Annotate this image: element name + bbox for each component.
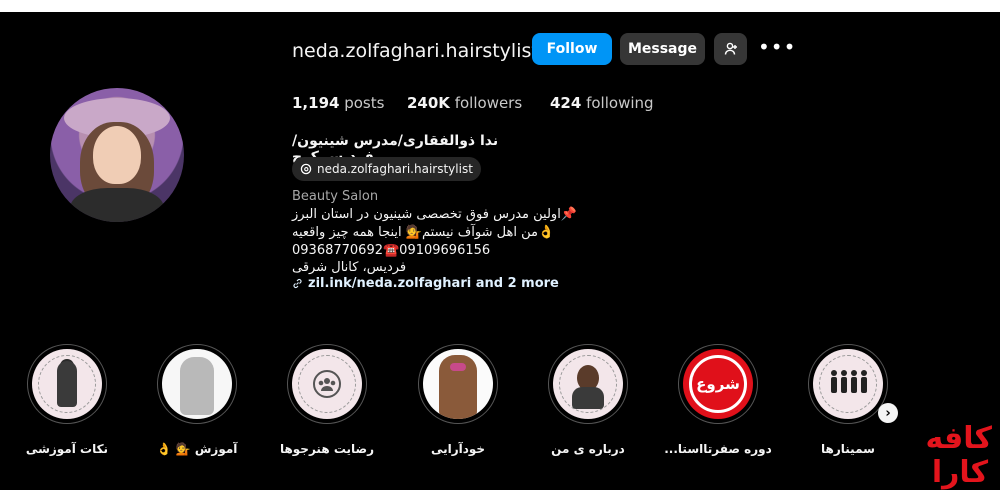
highlight-item[interactable]: شروع: [678, 344, 758, 424]
threads-badge[interactable]: neda.zolfaghari.hairstylist: [292, 157, 481, 181]
following-stat[interactable]: 424 following: [550, 94, 654, 112]
highlight-cover: [292, 349, 362, 419]
posts-label: posts: [344, 94, 385, 112]
link-icon: [293, 278, 302, 289]
highlight-cover: [162, 349, 232, 419]
followers-stat[interactable]: 240K followers: [407, 94, 522, 112]
followers-label: followers: [454, 94, 523, 112]
highlight-label: نکات آموزشی: [25, 442, 109, 456]
following-count: 424: [550, 94, 582, 112]
profile-category: Beauty Salon: [292, 189, 379, 204]
highlight-cover: [553, 349, 623, 419]
follow-button[interactable]: Follow: [532, 33, 612, 65]
highlight-cover: [32, 349, 102, 419]
add-user-icon: [724, 42, 737, 55]
person-figure-shape: [57, 361, 77, 407]
threads-handle: neda.zolfaghari.hairstylist: [317, 162, 473, 176]
highlight-cover: [813, 349, 883, 419]
person-body-shape: [572, 387, 604, 409]
bio-line: 09368770692☎️09109696156: [292, 243, 491, 258]
message-button[interactable]: Message: [620, 33, 705, 65]
highlight-label: آموزش 💁 👌: [156, 442, 238, 456]
hair-braid-shape: [180, 357, 214, 415]
hair-bow-shape: [450, 363, 466, 371]
highlight-label: رضایت هنرجوها: [279, 442, 375, 456]
posts-stat[interactable]: 1,194 posts: [292, 94, 384, 112]
watermark-line: کافه: [925, 421, 992, 456]
profile-link-text: zil.ink/neda.zolfaghari and 2 more: [308, 276, 559, 291]
bio-line: اولین مدرس فوق تخصصی شینیون در استان الب…: [292, 207, 577, 222]
highlight-label: خودآرایی: [430, 442, 486, 456]
highlight-label: درباره ی من: [551, 442, 625, 456]
profile-link[interactable]: zil.ink/neda.zolfaghari and 2 more: [292, 276, 559, 291]
highlight-item[interactable]: [27, 344, 107, 424]
bio-line: من اهل شوآف نیستم💁 اینجا همه چیز واقعیه👌: [292, 225, 555, 240]
avatar-face-shape: [93, 126, 141, 184]
highlight-item[interactable]: [548, 344, 628, 424]
highlight-cover: [423, 349, 493, 419]
watermark-line: کارا: [931, 455, 989, 490]
profile-handle: neda.zolfaghari.hairstylist: [292, 40, 539, 62]
highlight-item[interactable]: [808, 344, 888, 424]
highlight-label: دوره صفرتااستا...: [664, 442, 772, 456]
profile-page: neda.zolfaghari.hairstylist Follow Messa…: [0, 12, 1000, 490]
highlight-item[interactable]: [418, 344, 498, 424]
posts-count: 1,194: [292, 94, 340, 112]
highlight-cover: شروع: [683, 349, 753, 419]
watermark-logo: کافه کارا: [925, 421, 992, 490]
highlight-item[interactable]: [287, 344, 367, 424]
chevron-right-icon[interactable]: ›: [878, 403, 898, 423]
followers-count: 240K: [407, 94, 450, 112]
more-options-icon[interactable]: •••: [758, 35, 796, 59]
suggest-user-button[interactable]: [714, 33, 747, 65]
highlight-item[interactable]: [157, 344, 237, 424]
audience-icon: [831, 370, 867, 393]
bio-line: فردیس، کانال شرقی: [292, 260, 407, 275]
profile-avatar[interactable]: [50, 88, 184, 222]
avatar-body-shape: [70, 188, 164, 222]
start-badge: شروع: [689, 355, 747, 413]
threads-icon: [300, 163, 312, 175]
highlight-label: سمینارها: [821, 442, 875, 456]
following-label: following: [586, 94, 654, 112]
group-icon: [313, 370, 341, 398]
